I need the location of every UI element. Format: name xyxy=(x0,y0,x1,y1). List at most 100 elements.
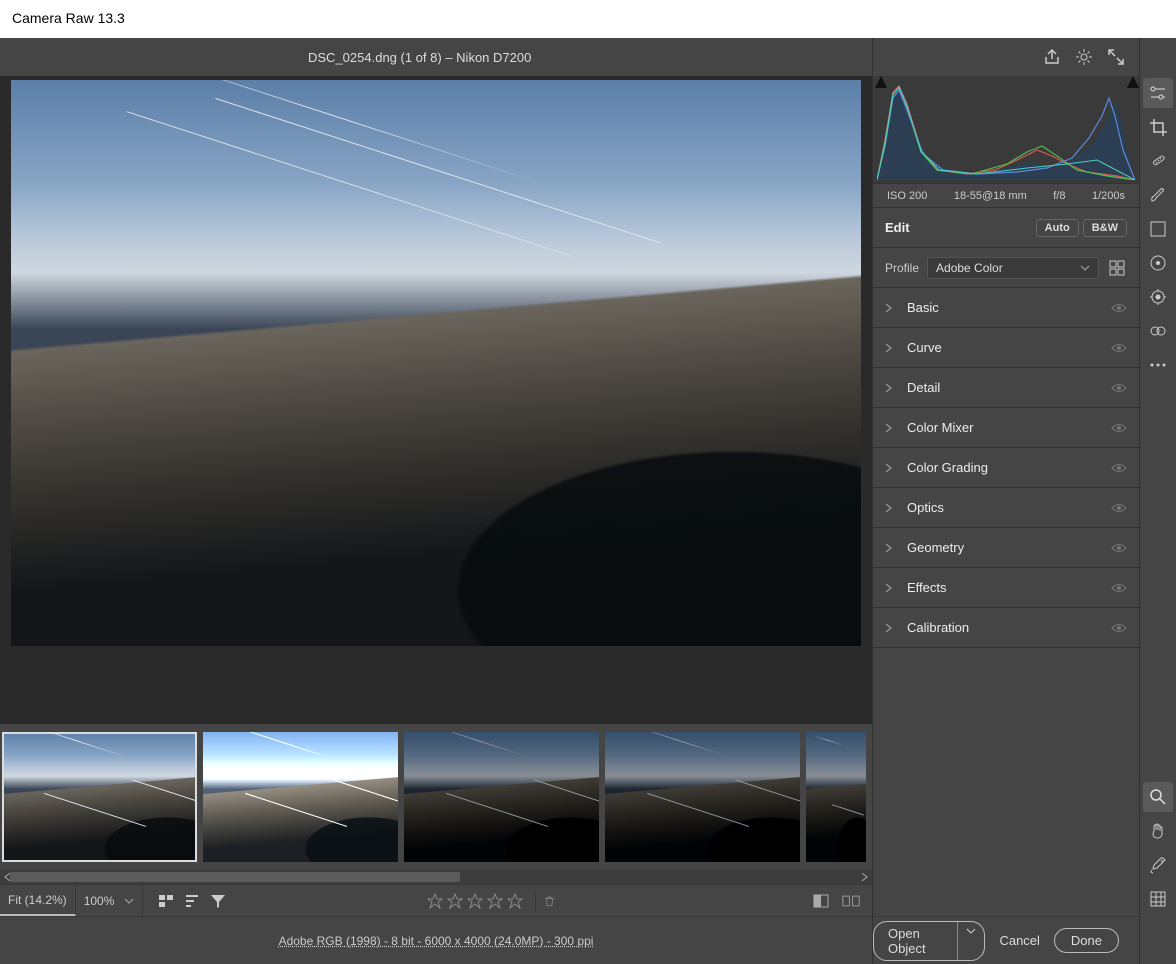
star-icon[interactable] xyxy=(467,893,483,909)
panel-bottom-bar: Open Object Cancel Done xyxy=(873,916,1139,964)
chevron-right-icon xyxy=(885,583,899,593)
visibility-icon[interactable] xyxy=(1111,583,1127,593)
brush-tool-icon[interactable] xyxy=(1143,180,1173,210)
linear-gradient-icon[interactable] xyxy=(1143,214,1173,244)
exif-focal: 18-55@18 mm xyxy=(954,190,1027,202)
workflow-link[interactable]: Adobe RGB (1998) - 8 bit - 6000 x 4000 (… xyxy=(0,934,872,948)
star-icon[interactable] xyxy=(507,893,523,909)
separator: – xyxy=(445,50,456,65)
chevron-right-icon xyxy=(885,383,899,393)
sampler-tool-icon[interactable] xyxy=(1143,850,1173,880)
panel-detail[interactable]: Detail xyxy=(873,368,1139,408)
visibility-icon[interactable] xyxy=(1111,463,1127,473)
app-title: Camera Raw 13.3 xyxy=(0,0,1176,38)
heal-tool-icon[interactable] xyxy=(1143,146,1173,176)
panel-label: Effects xyxy=(907,580,947,595)
profile-select[interactable]: Adobe Color xyxy=(927,257,1099,279)
thumbnail[interactable] xyxy=(2,732,197,862)
exif-aperture: f/8 xyxy=(1053,190,1065,202)
panel-label: Color Mixer xyxy=(907,420,973,435)
panel-optics[interactable]: Optics xyxy=(873,488,1139,528)
shadow-clip-icon[interactable] xyxy=(875,76,885,86)
filmstrip[interactable] xyxy=(0,724,872,870)
visibility-icon[interactable] xyxy=(1111,343,1127,353)
chevron-right-icon xyxy=(885,303,899,313)
thumbnail[interactable] xyxy=(203,732,398,862)
highlight-clip-icon[interactable] xyxy=(1127,76,1137,86)
edit-panel: ISO 200 18-55@18 mm f/8 1/200s Edit Auto… xyxy=(872,38,1139,964)
chevron-down-icon[interactable] xyxy=(958,922,984,960)
panel-effects[interactable]: Effects xyxy=(873,568,1139,608)
visibility-icon[interactable] xyxy=(1111,623,1127,633)
chevron-down-icon xyxy=(1080,263,1090,273)
scroll-right-icon[interactable] xyxy=(858,871,870,883)
before-after-single-icon[interactable] xyxy=(812,892,830,910)
panel-calibration[interactable]: Calibration xyxy=(873,608,1139,648)
open-object-button[interactable]: Open Object xyxy=(873,921,985,961)
visibility-icon[interactable] xyxy=(1111,503,1127,513)
zoom-tool-icon[interactable] xyxy=(1143,782,1173,812)
grid-tool-icon[interactable] xyxy=(1143,884,1173,914)
zoom-percent-select[interactable]: 100% xyxy=(76,885,144,916)
panel-color-grading[interactable]: Color Grading xyxy=(873,448,1139,488)
edit-header: Edit Auto B&W xyxy=(873,208,1139,248)
tool-rail xyxy=(1139,38,1176,964)
zoom-fit-select[interactable]: Fit (14.2%) xyxy=(0,885,76,916)
preview-area[interactable] xyxy=(0,76,872,724)
visibility-icon[interactable] xyxy=(1111,543,1127,553)
preferences-icon[interactable] xyxy=(1075,48,1093,66)
histogram-graph xyxy=(877,80,1135,180)
profile-value: Adobe Color xyxy=(936,261,1003,275)
profile-browser-icon[interactable] xyxy=(1107,259,1127,277)
auto-button[interactable]: Auto xyxy=(1036,219,1079,237)
panel-label: Detail xyxy=(907,380,940,395)
thumbnail[interactable] xyxy=(806,732,866,862)
panel-basic[interactable]: Basic xyxy=(873,288,1139,328)
crop-tool-icon[interactable] xyxy=(1143,112,1173,142)
delete-icon[interactable] xyxy=(535,891,555,911)
exif-shutter: 1/200s xyxy=(1092,190,1125,202)
left-column: DSC_0254.dng (1 of 8) – Nikon D7200 xyxy=(0,38,872,964)
panel-color-mixer[interactable]: Color Mixer xyxy=(873,408,1139,448)
fullscreen-icon[interactable] xyxy=(1107,48,1125,66)
panel-label: Basic xyxy=(907,300,939,315)
thumbnail[interactable] xyxy=(404,732,599,862)
rating-stars[interactable] xyxy=(427,891,555,911)
bw-button[interactable]: B&W xyxy=(1083,219,1127,237)
hand-tool-icon[interactable] xyxy=(1143,816,1173,846)
radial-gradient-icon[interactable] xyxy=(1143,248,1173,278)
visibility-icon[interactable] xyxy=(1111,423,1127,433)
bottom-bar: Adobe RGB (1998) - 8 bit - 6000 x 4000 (… xyxy=(0,916,872,964)
chevron-right-icon xyxy=(885,623,899,633)
histogram[interactable] xyxy=(873,76,1139,184)
star-icon[interactable] xyxy=(447,893,463,909)
redeye-tool-icon[interactable] xyxy=(1143,282,1173,312)
zoom-percent-label: 100% xyxy=(84,894,115,908)
filter-icon[interactable] xyxy=(209,892,227,910)
filename: DSC_0254.dng (1 of 8) xyxy=(308,50,442,65)
panel-geometry[interactable]: Geometry xyxy=(873,528,1139,568)
sort-images-icon[interactable] xyxy=(157,892,175,910)
footer-strip: Fit (14.2%) 100% xyxy=(0,884,872,916)
visibility-icon[interactable] xyxy=(1111,383,1127,393)
panel-curve[interactable]: Curve xyxy=(873,328,1139,368)
chevron-right-icon xyxy=(885,463,899,473)
visibility-icon[interactable] xyxy=(1111,303,1127,313)
export-icon[interactable] xyxy=(1043,48,1061,66)
before-after-split-icon[interactable] xyxy=(842,892,860,910)
done-button[interactable]: Done xyxy=(1054,928,1119,953)
snapshots-icon[interactable] xyxy=(1143,316,1173,346)
more-icon[interactable] xyxy=(1143,350,1173,380)
cancel-button[interactable]: Cancel xyxy=(999,933,1039,948)
edit-title: Edit xyxy=(885,220,910,235)
sort-order-icon[interactable] xyxy=(183,892,201,910)
chevron-right-icon xyxy=(885,503,899,513)
star-icon[interactable] xyxy=(487,893,503,909)
star-icon[interactable] xyxy=(427,893,443,909)
scrollbar-thumb[interactable] xyxy=(10,872,460,882)
exif-row: ISO 200 18-55@18 mm f/8 1/200s xyxy=(873,184,1139,208)
edit-tool-icon[interactable] xyxy=(1143,78,1173,108)
filmstrip-scrollbar[interactable] xyxy=(0,870,872,884)
main-preview-image[interactable] xyxy=(11,80,861,646)
thumbnail[interactable] xyxy=(605,732,800,862)
